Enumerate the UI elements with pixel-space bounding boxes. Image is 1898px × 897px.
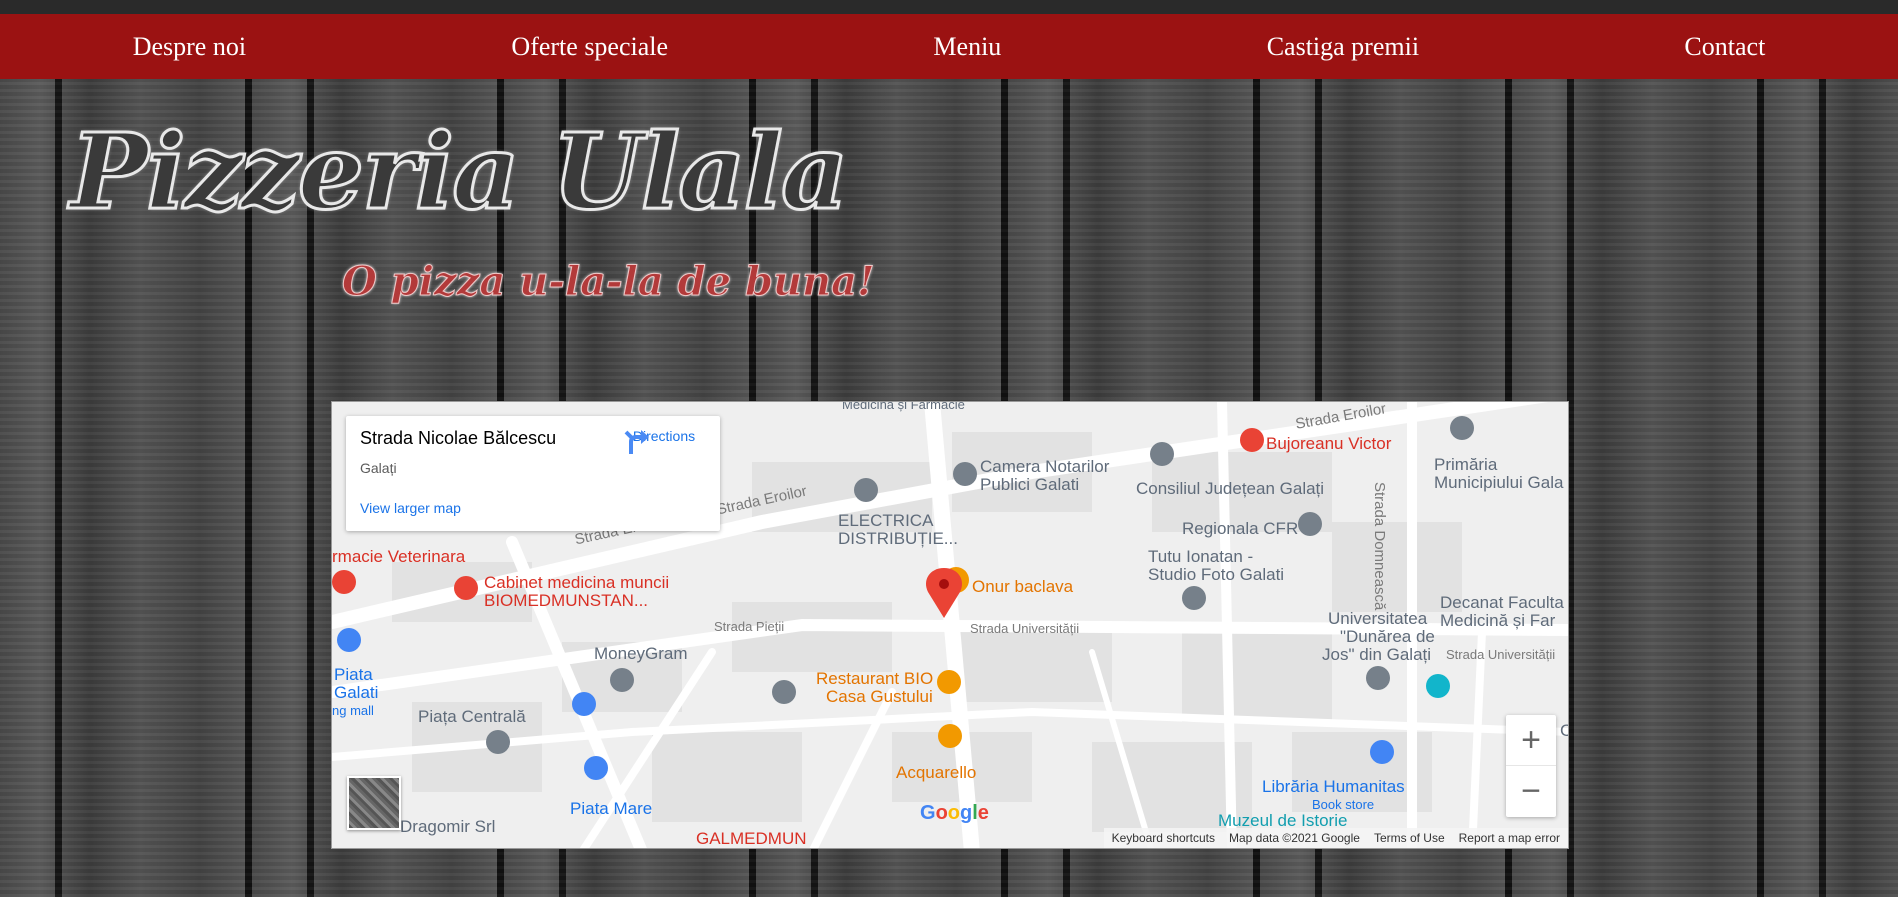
label-onur: Onur baclava (972, 577, 1074, 596)
label-regionala: Regionala CFR (1182, 519, 1299, 538)
site-logo: Pizzeria Ulala (68, 109, 849, 235)
label-restaurant-2: Casa Gustului (826, 687, 933, 706)
label-moneygram: MoneyGram (594, 644, 688, 663)
label-piata-centrala: Piața Centrală (418, 707, 526, 726)
label-camera-2: Publici Galati (980, 475, 1080, 494)
place-card: Strada Nicolae Bălcescu Galați View larg… (346, 416, 720, 531)
view-larger-map-link[interactable]: View larger map (360, 500, 461, 516)
zoom-controls: + − (1506, 715, 1556, 817)
report-map-error-link[interactable]: Report a map error (1459, 831, 1560, 845)
zoom-in-button[interactable]: + (1506, 715, 1556, 765)
label-primaria-1: Primăria (1434, 455, 1498, 474)
map-footer: Keyboard shortcuts Map data ©2021 Google… (1103, 828, 1568, 848)
google-logo: Google (920, 802, 989, 824)
label-electrica-2: DISTRIBUȚIE... (838, 529, 958, 548)
terms-of-use-link[interactable]: Terms of Use (1374, 831, 1445, 845)
place-city: Galați (360, 460, 397, 476)
label-restaurant-1: Restaurant BIO (816, 669, 934, 688)
label-univ-2: "Dunărea de (1340, 627, 1435, 646)
label-tutu-2: Studio Foto Galati (1148, 565, 1285, 584)
label-dragomir: Dragomir Srl (400, 817, 496, 836)
street-universitatii: Strada Universității (970, 621, 1080, 636)
label-univ-3: Jos" din Galați (1322, 645, 1432, 664)
label-cabinet-1: Cabinet medicina muncii (484, 573, 670, 592)
nav-despre-noi[interactable]: Despre noi (133, 32, 246, 62)
label-consiliul: Consiliul Județean Galați (1136, 479, 1325, 498)
label-piata-galati-1: Piata (334, 665, 373, 684)
top-strip (0, 0, 1898, 14)
site-tagline: O pizza u-la-la de buna! (342, 258, 876, 306)
label-camera-1: Camera Notarilor (980, 457, 1110, 476)
map-data-attribution: Map data ©2021 Google (1229, 831, 1360, 845)
street-universitatii-right: Strada Universității (1446, 647, 1556, 662)
label-tutu-1: Tutu Ionatan - (1148, 547, 1254, 566)
label-piata-galati-3: ng mall (332, 703, 374, 718)
zoom-out-button[interactable]: − (1506, 765, 1556, 816)
label-primaria-2: Municipiului Gala (1434, 473, 1564, 492)
street-domneasca: Strada Domnească (1371, 482, 1388, 611)
directions-button[interactable]: Directions (622, 426, 706, 454)
label-cabinet-2: BIOMEDMUNSTAN... (484, 591, 649, 610)
nav-contact[interactable]: Contact (1684, 32, 1765, 62)
nav-meniu[interactable]: Meniu (933, 32, 1001, 62)
label-libraria: Librăria Humanitas (1262, 777, 1405, 796)
place-title: Strada Nicolae Bălcescu (360, 428, 557, 448)
label-univ-1: Universitatea (1328, 609, 1428, 628)
label-piata-galati-2: Galati (334, 683, 379, 702)
street-pietii: Strada Pieții (714, 619, 785, 634)
google-map[interactable]: Medicina și Farmacie Strada Eroilor Bujo… (331, 401, 1569, 849)
nav-oferte-speciale[interactable]: Oferte speciale (511, 32, 668, 62)
label-right-c: C (1560, 722, 1568, 740)
label-acquarello: Acquarello (896, 763, 977, 782)
directions-icon (624, 430, 649, 454)
label-bujoreanu: Bujoreanu Victor (1266, 434, 1392, 453)
label-piata-mare: Piata Mare (570, 799, 653, 818)
label-farmacie: rmacie Veterinara (332, 547, 466, 566)
label-medicina: Medicina și Farmacie (842, 401, 965, 412)
label-electrica-1: ELECTRICA (838, 511, 934, 530)
label-decanat-1: Decanat Faculta (1440, 593, 1564, 612)
label-decanat-2: Medicină și Far (1440, 611, 1556, 630)
main-nav: Despre noi Oferte speciale Meniu Castiga… (0, 14, 1898, 79)
keyboard-shortcuts-link[interactable]: Keyboard shortcuts (1112, 831, 1215, 845)
nav-castiga-premii[interactable]: Castiga premii (1267, 32, 1419, 62)
label-galmedmun: GALMEDMUN (696, 829, 807, 848)
satellite-toggle[interactable] (347, 776, 401, 830)
